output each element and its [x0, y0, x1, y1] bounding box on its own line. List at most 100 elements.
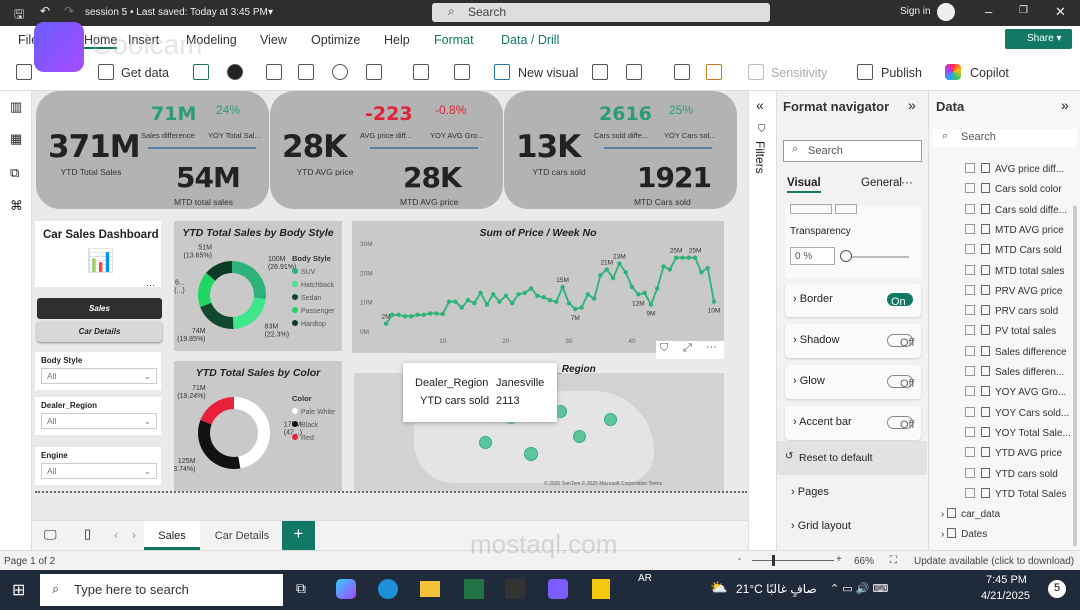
clock-time[interactable]: 7:45 PM — [986, 574, 1027, 586]
edge-icon[interactable] — [378, 579, 398, 599]
model-view-icon[interactable]: ⧉ — [10, 165, 19, 181]
donut-slice[interactable] — [200, 302, 234, 329]
filter-icon[interactable]: ⛉ — [660, 342, 668, 355]
menu-view[interactable]: View — [260, 33, 287, 47]
new-visual-button[interactable]: New visual — [518, 66, 578, 80]
slicer-0[interactable]: Body Style All ⌄ — [35, 352, 161, 390]
more-visuals-icon[interactable] — [626, 64, 642, 80]
price-by-week-line-chart[interactable]: Sum of Price / Week No 0M 10M 20M 30M 10 20 30… — [352, 221, 724, 353]
filters-pane-collapsed[interactable]: « ⛉ Filters — [748, 91, 776, 550]
enter-data-icon[interactable] — [298, 64, 314, 80]
field-item[interactable]: MTD AVG price — [965, 223, 1064, 236]
checkbox[interactable] — [965, 426, 975, 437]
dealer-region-map[interactable]: ler_Region © 2025 TomTom © 2025 Microsof… — [354, 363, 724, 491]
notification-badge[interactable]: 5 — [1048, 580, 1066, 598]
recent-sources-icon[interactable] — [332, 64, 348, 80]
data-search-input[interactable]: ⌕ Search — [933, 129, 1077, 147]
checkbox[interactable] — [965, 325, 975, 336]
slicer-1[interactable]: Dealer_Region All ⌄ — [35, 397, 161, 435]
body-style-donut-chart[interactable]: YTD Total Sales by Body Style 100M (26.91… — [174, 221, 342, 351]
toggle-switch[interactable]: On — [887, 293, 913, 308]
kpi-card[interactable]: 13K YTD cars sold 2616 25% Cars sold dif… — [504, 91, 737, 209]
refresh-data-icon[interactable] — [454, 64, 470, 80]
field-item[interactable]: MTD total sales — [965, 264, 1064, 277]
field-item[interactable]: AVG price diff... — [965, 163, 1064, 175]
file-explorer-icon[interactable] — [420, 581, 440, 597]
color-donut-chart[interactable]: YTD Total Sales by Color 175M(47...)125M… — [174, 361, 342, 491]
dataverse-icon[interactable] — [227, 64, 243, 80]
redo-icon[interactable]: ↷ — [64, 4, 74, 18]
checkbox[interactable] — [965, 264, 975, 275]
search-input[interactable]: ⌕ Search — [432, 3, 770, 22]
field-item[interactable]: YTD Total Sales — [965, 487, 1067, 500]
tab-general[interactable]: General — [861, 177, 902, 189]
field-item[interactable]: PV total sales — [965, 325, 1056, 337]
toggle-switch[interactable]: Off — [887, 334, 914, 349]
copilot-button[interactable]: Copilot — [970, 66, 1009, 80]
table-item[interactable]: › car_data — [941, 508, 1000, 520]
scrollbar[interactable] — [1073, 206, 1077, 546]
transform-icon[interactable] — [413, 64, 429, 80]
get-data-button[interactable]: Get data — [121, 66, 169, 80]
checkbox[interactable] — [965, 345, 975, 356]
field-item[interactable]: PRV cars sold — [965, 305, 1058, 317]
pages-section[interactable]: › Pages — [791, 486, 829, 498]
slicer-dropdown[interactable]: All ⌄ — [41, 368, 157, 384]
collapse-icon[interactable]: » — [908, 97, 916, 113]
task-view-icon[interactable]: ⧉ — [296, 580, 306, 597]
toggle-switch[interactable]: Off — [887, 375, 914, 390]
sales-page-button[interactable]: Sales — [37, 298, 162, 319]
transparency-input[interactable]: 0 % — [790, 247, 835, 265]
excel-icon[interactable] — [193, 64, 209, 80]
checkbox[interactable] — [965, 487, 975, 498]
donut-slice[interactable] — [232, 297, 266, 329]
format-card-1[interactable]: › Shadow Off — [785, 324, 921, 358]
donut-slice[interactable] — [234, 397, 271, 469]
restore-icon[interactable]: ❐ — [1019, 5, 1028, 16]
expand-icon[interactable]: « — [756, 97, 764, 113]
zoom-slider[interactable] — [752, 560, 834, 561]
checkbox[interactable] — [965, 203, 975, 214]
update-link[interactable]: Update available (click to download) — [914, 556, 1074, 567]
collapse-icon[interactable]: » — [1061, 97, 1069, 113]
checkbox[interactable] — [965, 183, 975, 194]
tray-icons[interactable]: ⌃ ▭ 🔊 ⌨ — [830, 582, 888, 595]
field-item[interactable]: Cars sold diffe... — [965, 203, 1067, 216]
checkbox[interactable] — [965, 163, 975, 173]
copilot-taskbar-icon[interactable] — [336, 579, 356, 599]
focus-mode-icon[interactable]: ⤢ — [683, 342, 692, 355]
new-measure-icon[interactable] — [674, 64, 690, 80]
checkbox[interactable] — [965, 447, 975, 458]
more-options-icon[interactable]: ··· — [901, 175, 913, 189]
field-item[interactable]: Sales difference — [965, 345, 1067, 358]
slicer-dropdown[interactable]: All ⌄ — [41, 463, 157, 479]
field-item[interactable]: YOY Cars sold... — [965, 406, 1069, 419]
sign-in-link[interactable]: Sign in — [900, 6, 931, 17]
checkbox[interactable] — [965, 244, 975, 255]
map-bubble[interactable] — [524, 447, 538, 461]
field-item[interactable]: YTD cars sold — [965, 467, 1058, 480]
fit-page-icon[interactable]: ⛶ — [890, 555, 897, 566]
chevron-down-icon[interactable]: ▾ — [268, 7, 273, 18]
text-box-icon[interactable] — [592, 64, 608, 80]
donut-slice[interactable] — [232, 261, 266, 300]
field-item[interactable]: PRV AVG price — [965, 284, 1062, 297]
checkbox[interactable] — [965, 284, 975, 295]
sql-icon[interactable] — [266, 64, 282, 80]
checkbox[interactable] — [965, 467, 975, 478]
kpi-card[interactable]: 28K YTD AVG price -223 -0.8% AVG price d… — [270, 91, 503, 209]
report-view-icon[interactable]: ▥ — [10, 99, 22, 115]
fx-button[interactable] — [835, 204, 857, 214]
field-item[interactable]: Cars sold color — [965, 183, 1062, 195]
menu-format[interactable]: Format — [434, 33, 474, 47]
table-view-icon[interactable]: ▦ — [10, 131, 22, 147]
taskbar-search-input[interactable]: ⌕ Type here to search — [40, 574, 283, 606]
windows-start-icon[interactable]: ⊞ — [12, 580, 25, 600]
dax-query-icon[interactable]: ⌘ — [10, 198, 23, 214]
avatar-icon[interactable] — [937, 3, 955, 21]
color-picker[interactable] — [790, 204, 832, 214]
save-icon[interactable]: 🖫 — [14, 5, 24, 26]
field-item[interactable]: MTD Cars sold — [965, 244, 1062, 256]
excel-taskbar-icon[interactable] — [464, 579, 484, 599]
more-options-icon[interactable]: ··· — [146, 280, 155, 290]
